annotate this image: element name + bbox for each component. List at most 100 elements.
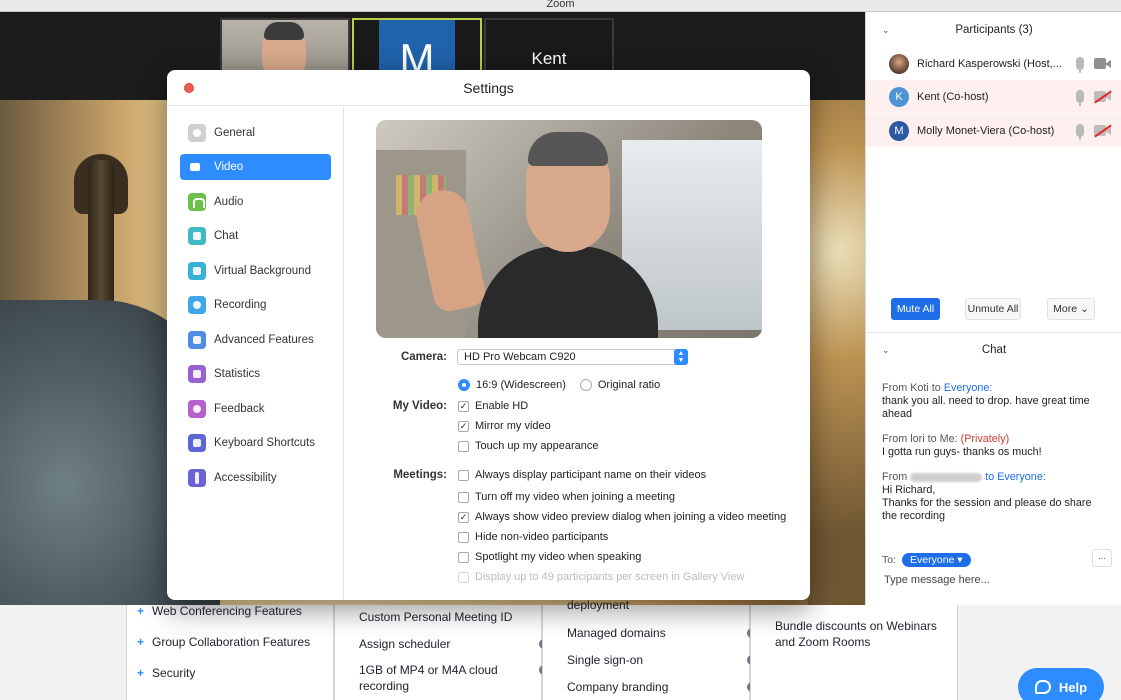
option-enable-hd[interactable]: ✓ Enable HD — [458, 400, 528, 412]
chat-message: From to Everyone: Hi Richard, Thanks for… — [882, 471, 1108, 523]
nav-advanced-features[interactable]: Advanced Features — [180, 327, 331, 353]
feature-cloud-recording-line2: recording — [359, 679, 410, 693]
feature-bundle-discounts-line2: and Zoom Rooms — [775, 635, 871, 649]
avatar — [889, 53, 909, 74]
option-turn-off-video[interactable]: Turn off my video when joining a meeting — [458, 491, 675, 503]
recipient-value: Everyone — [910, 554, 955, 566]
feature-bundle-discounts: Bundle discounts on Webinars — [775, 619, 937, 633]
chat-message: From Koti to Everyone: thank you all. ne… — [882, 382, 1108, 421]
nav-label: Keyboard Shortcuts — [214, 437, 316, 449]
ratio-widescreen[interactable]: 16:9 (Widescreen) Original ratio — [458, 379, 660, 391]
nav-keyboard-shortcuts[interactable]: Keyboard Shortcuts — [180, 430, 331, 456]
feature-label: 1GB of MP4 or M4A cloud — [359, 663, 498, 677]
nav-chat[interactable]: Chat — [180, 223, 331, 249]
nav-virtual-background[interactable]: Virtual Background — [180, 258, 331, 284]
checkbox[interactable] — [458, 551, 469, 563]
chat-sender: From Koti to — [882, 382, 944, 394]
feature-label: Assign scheduler — [359, 637, 451, 651]
nav-label: Video — [214, 161, 244, 173]
nav-general[interactable]: General — [180, 120, 331, 146]
feature-assign-scheduler: Assign scheduleri — [359, 637, 549, 651]
mute-all-button[interactable]: Mute All — [891, 298, 940, 320]
link-security[interactable]: + Security — [137, 666, 195, 680]
checkbox[interactable] — [458, 531, 469, 543]
chat-recipient: to Everyone: — [985, 471, 1046, 483]
link-label: Group Collaboration Features — [152, 635, 311, 649]
more-button[interactable]: More ⌄ — [1047, 298, 1095, 320]
option-hide-non-video[interactable]: Hide non-video participants — [458, 531, 608, 543]
option-spotlight[interactable]: Spotlight my video when speaking — [458, 551, 641, 563]
link-web-conferencing[interactable]: + Web Conferencing Features — [137, 604, 302, 618]
nav-label: Accessibility — [214, 472, 277, 484]
option-display-names[interactable]: Always display participant name on their… — [458, 469, 706, 481]
camera-label: Camera: — [400, 351, 447, 363]
bar-chart-icon — [188, 365, 206, 383]
checkbox — [458, 571, 469, 583]
option-show-preview[interactable]: ✓ Always show video preview dialog when j… — [458, 511, 786, 523]
option-touch-up[interactable]: Touch up my appearance — [458, 440, 599, 452]
keyboard-icon — [188, 434, 206, 452]
help-label: Help — [1058, 679, 1088, 695]
chat-message-text: thank you all. need to drop. have great … — [882, 395, 1090, 420]
record-icon — [188, 296, 206, 314]
nav-accessibility[interactable]: Accessibility — [180, 465, 331, 491]
microphone-icon[interactable] — [1076, 57, 1084, 73]
help-button[interactable]: Help — [1018, 668, 1104, 700]
option-mirror-video[interactable]: ✓ Mirror my video — [458, 420, 551, 432]
chat-message-text: I gotta run guys- thanks os much! — [882, 446, 1042, 458]
feature-sso: Single sign-oni — [567, 653, 757, 667]
chat-recipient: Everyone: — [943, 382, 993, 394]
video-preview — [376, 120, 762, 338]
chat-message-meta: From Koti to Everyone: — [882, 382, 1108, 395]
unmute-all-button[interactable]: Unmute All — [965, 298, 1021, 320]
smiley-icon — [188, 400, 206, 418]
nav-label: Audio — [214, 196, 244, 208]
microphone-icon[interactable] — [1076, 90, 1084, 106]
camera-select[interactable]: HD Pro Webcam C920 ▲ ▼ — [457, 349, 688, 365]
chat-more-button[interactable]: ... — [1092, 549, 1112, 567]
nav-label: Virtual Background — [214, 265, 311, 277]
video-off-icon[interactable] — [1094, 90, 1112, 104]
background-website: + Web Conferencing Features + Group Collab… — [0, 598, 1121, 700]
collapse-chevron-icon[interactable]: ⌄ — [882, 340, 890, 360]
feature-custom-pmi: Custom Personal Meeting ID — [359, 610, 513, 624]
video-camera-icon[interactable] — [1094, 58, 1111, 69]
accessibility-icon — [188, 469, 206, 487]
nav-label: General — [214, 127, 255, 139]
checkbox[interactable]: ✓ — [458, 400, 469, 412]
nav-statistics[interactable]: Statistics — [180, 361, 331, 387]
chat-message-input[interactable]: Type message here... — [884, 574, 990, 586]
dialog-title-text: Settings — [463, 80, 514, 96]
video-off-icon[interactable] — [1094, 124, 1112, 138]
nav-feedback[interactable]: Feedback — [180, 396, 331, 422]
participant-name: Molly Monet-Viera (Co-host) — [917, 124, 1055, 137]
radio-button[interactable] — [579, 379, 592, 391]
participant-row[interactable]: M Molly Monet-Viera (Co-host) — [866, 114, 1121, 147]
thumbnail-hair — [264, 22, 304, 40]
to-label: To: — [882, 554, 897, 566]
feature-company-branding: Company brandingi — [567, 680, 757, 694]
caret-down-icon: ▾ — [957, 554, 963, 566]
recipient-dropdown[interactable]: Everyone ▾ — [902, 553, 971, 567]
gear-icon — [188, 124, 206, 142]
chat-sender: From — [882, 471, 908, 483]
microphone-icon[interactable] — [1076, 124, 1084, 140]
close-icon[interactable] — [184, 83, 194, 93]
checkbox[interactable] — [458, 469, 469, 481]
checkbox[interactable]: ✓ — [458, 511, 469, 523]
website-column-enterprise: Bundle discounts on Webinars and Zoom Ro… — [750, 605, 958, 700]
nav-recording[interactable]: Recording — [180, 292, 331, 318]
participant-row[interactable]: Richard Kasperowski (Host,... — [866, 47, 1121, 80]
avatar: M — [889, 120, 909, 141]
divider — [866, 332, 1121, 333]
checkbox[interactable] — [458, 491, 469, 503]
website-column-pro: Custom Personal Meeting ID Assign schedu… — [334, 605, 549, 700]
link-group-collaboration[interactable]: + Group Collaboration Features — [137, 635, 310, 649]
nav-audio[interactable]: Audio — [180, 189, 331, 215]
checkbox[interactable]: ✓ — [458, 420, 469, 432]
nav-video[interactable]: Video — [180, 154, 331, 180]
checkbox[interactable] — [458, 440, 469, 452]
radio-button[interactable] — [458, 379, 470, 391]
collapse-chevron-icon[interactable]: ⌄ — [882, 18, 890, 42]
participant-row[interactable]: K Kent (Co-host) — [866, 80, 1121, 113]
